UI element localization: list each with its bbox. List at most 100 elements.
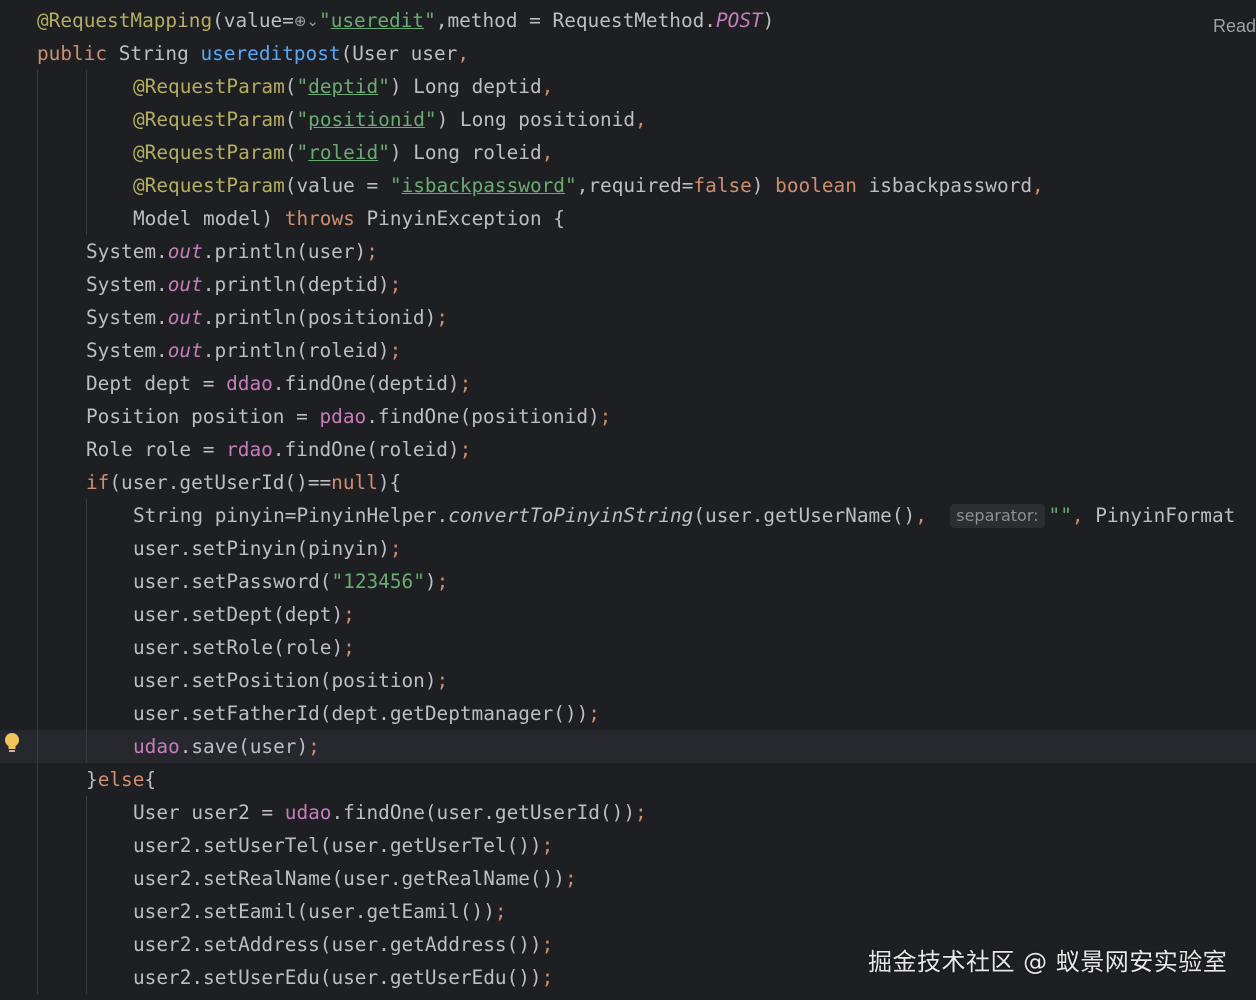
code-line-content: }else{ bbox=[86, 763, 156, 796]
code-line-content: @RequestParam("deptid") Long deptid, bbox=[133, 70, 553, 103]
code-token: ( bbox=[284, 108, 297, 131]
indent-guide bbox=[86, 70, 87, 103]
code-line-content: @RequestParam("positionid") Long positio… bbox=[133, 103, 647, 136]
code-line[interactable]: user2.setEamil(user.getEamil()); bbox=[0, 895, 1256, 928]
code-token: ; bbox=[541, 834, 554, 857]
code-line[interactable]: user.setPosition(position); bbox=[0, 664, 1256, 697]
indent-guide bbox=[37, 631, 38, 664]
code-line[interactable]: Position position = pdao.findOne(positio… bbox=[0, 400, 1256, 433]
code-line[interactable]: public String usereditpost(User user, bbox=[0, 37, 1256, 70]
code-token: user.setRole(role) bbox=[133, 636, 344, 659]
indent-guide bbox=[37, 829, 38, 862]
code-line[interactable]: }else{ bbox=[0, 763, 1256, 796]
code-token: Position position = bbox=[86, 405, 320, 428]
indent-guide bbox=[37, 697, 38, 730]
code-line[interactable]: user.setPinyin(pinyin); bbox=[0, 532, 1256, 565]
code-line-content: User user2 = udao.findOne(user.getUserId… bbox=[133, 796, 647, 829]
code-token: udao bbox=[133, 735, 180, 758]
code-token: out bbox=[167, 306, 203, 329]
code-line[interactable]: Model model) throws PinyinException { bbox=[0, 202, 1256, 235]
code-token: ) Long deptid bbox=[389, 75, 542, 98]
code-line[interactable]: @RequestParam("roleid") Long roleid, bbox=[0, 136, 1256, 169]
code-token: isbackpassword bbox=[401, 174, 565, 197]
indent-guide bbox=[37, 730, 38, 763]
code-token: " bbox=[424, 108, 437, 131]
code-token: ( bbox=[284, 141, 297, 164]
code-line[interactable]: user.setRole(role); bbox=[0, 631, 1256, 664]
indent-guide bbox=[37, 103, 38, 136]
code-token: user2.setUserEdu(user.getUserEdu()) bbox=[133, 966, 542, 989]
indent-guide bbox=[86, 895, 87, 928]
code-line[interactable]: @RequestMapping(value=⊕⌄"useredit",metho… bbox=[0, 4, 1256, 37]
code-token: .findOne(user.getUserId()) bbox=[331, 801, 635, 824]
globe-icon[interactable]: ⊕⌄ bbox=[294, 5, 319, 38]
code-area[interactable]: @RequestMapping(value=⊕⌄"useredit",metho… bbox=[0, 4, 1256, 994]
code-line-content: Role role = rdao.findOne(roleid); bbox=[86, 433, 471, 466]
code-token: ; bbox=[343, 603, 355, 626]
code-token: Model model) bbox=[133, 207, 285, 230]
inlay-hint: separator: bbox=[950, 504, 1045, 528]
code-token: "123456" bbox=[331, 570, 425, 593]
indent-guide bbox=[86, 565, 87, 598]
code-line[interactable]: System.out.println(roleid); bbox=[0, 334, 1256, 367]
code-token: pdao bbox=[319, 405, 367, 428]
code-line[interactable]: System.out.println(deptid); bbox=[0, 268, 1256, 301]
code-line-content: String pinyin=PinyinHelper.convertToPiny… bbox=[133, 499, 1235, 532]
code-token: , bbox=[1032, 174, 1044, 197]
code-line[interactable]: System.out.println(user); bbox=[0, 235, 1256, 268]
code-line-content: System.out.println(user); bbox=[86, 235, 378, 268]
reader-mode-button[interactable]: Read bbox=[1213, 16, 1256, 37]
code-line-content: System.out.println(deptid); bbox=[86, 268, 401, 301]
code-line[interactable]: @RequestParam("deptid") Long deptid, bbox=[0, 70, 1256, 103]
code-line[interactable]: User user2 = udao.findOne(user.getUserId… bbox=[0, 796, 1256, 829]
code-line-content: user2.setRealName(user.getRealName()); bbox=[133, 862, 577, 895]
code-token: ; bbox=[599, 405, 612, 428]
code-line[interactable]: Dept dept = ddao.findOne(deptid); bbox=[0, 367, 1256, 400]
code-line[interactable]: user.setDept(dept); bbox=[0, 598, 1256, 631]
code-token: String pinyin=PinyinHelper. bbox=[133, 504, 449, 527]
code-line-content: user2.setUserEdu(user.getUserEdu()); bbox=[133, 961, 553, 994]
code-line[interactable]: @RequestParam("positionid") Long positio… bbox=[0, 103, 1256, 136]
indent-guide bbox=[37, 169, 38, 202]
code-line[interactable]: user2.setUserTel(user.getUserTel()); bbox=[0, 829, 1256, 862]
indent-guide bbox=[86, 499, 87, 532]
code-token: ) bbox=[424, 570, 437, 593]
code-token: ( bbox=[284, 75, 297, 98]
code-token: ) Long positionid bbox=[436, 108, 636, 131]
code-token: user.setDept(dept) bbox=[133, 603, 344, 626]
code-line[interactable]: System.out.println(positionid); bbox=[0, 301, 1256, 334]
code-line[interactable]: user2.setRealName(user.getRealName()); bbox=[0, 862, 1256, 895]
code-token: " bbox=[319, 9, 331, 32]
code-token: PinyinFormat bbox=[1095, 504, 1236, 527]
code-token: ; bbox=[366, 240, 378, 263]
lightbulb-icon[interactable] bbox=[2, 731, 22, 755]
code-line[interactable]: user.setFatherId(dept.getDeptmanager()); bbox=[0, 697, 1256, 730]
code-line[interactable]: if(user.getUserId()==null){ bbox=[0, 466, 1256, 499]
code-token: String bbox=[118, 42, 201, 65]
code-token: } bbox=[86, 768, 98, 791]
code-token: ; bbox=[459, 372, 472, 395]
code-token: { bbox=[144, 768, 157, 791]
code-token: " bbox=[424, 9, 436, 32]
code-line[interactable]: user.setPassword("123456"); bbox=[0, 565, 1256, 598]
code-token: , bbox=[541, 141, 554, 164]
code-token: out bbox=[167, 273, 203, 296]
code-token: ; bbox=[389, 273, 402, 296]
code-token: ; bbox=[436, 669, 449, 692]
code-token: ; bbox=[588, 702, 600, 725]
code-line[interactable]: String pinyin=PinyinHelper.convertToPiny… bbox=[0, 499, 1256, 532]
code-token: (value = bbox=[284, 174, 390, 197]
code-line[interactable]: Role role = rdao.findOne(roleid); bbox=[0, 433, 1256, 466]
code-token: ; bbox=[389, 339, 402, 362]
code-line[interactable]: udao.save(user); bbox=[0, 730, 1256, 763]
code-line-content: @RequestMapping(value=⊕⌄"useredit",metho… bbox=[37, 4, 774, 38]
code-line-content: user2.setAddress(user.getAddress()); bbox=[133, 928, 553, 961]
indent-guide bbox=[37, 961, 38, 994]
code-editor[interactable]: @RequestMapping(value=⊕⌄"useredit",metho… bbox=[0, 0, 1256, 1000]
code-line[interactable]: @RequestParam(value = "isbackpassword",r… bbox=[0, 169, 1256, 202]
code-token: ,method = RequestMethod. bbox=[435, 9, 716, 32]
code-token: ; bbox=[541, 933, 554, 956]
indent-guide bbox=[37, 862, 38, 895]
code-line-content: user.setPassword("123456"); bbox=[133, 565, 448, 598]
indent-guide bbox=[37, 565, 38, 598]
